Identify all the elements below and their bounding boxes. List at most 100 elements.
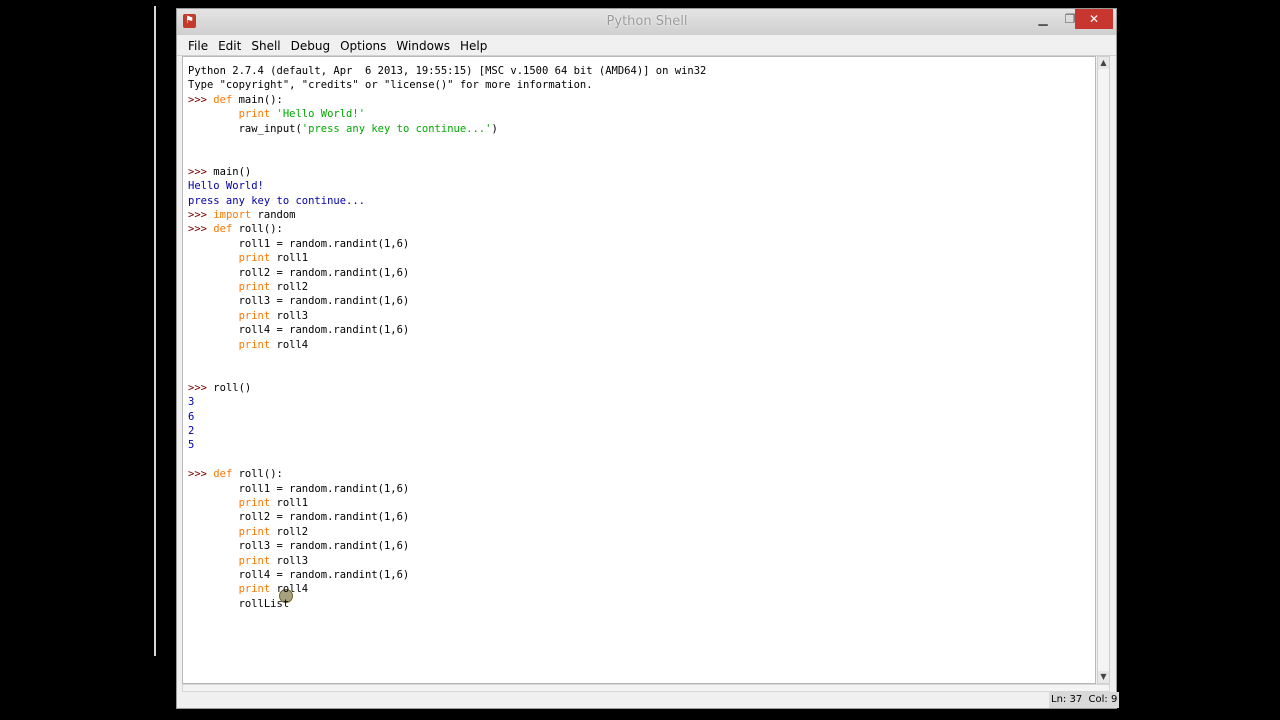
shell-token: roll3 = random.randint(1,6) [188,540,410,553]
shell-line: >>> import random [188,208,296,222]
shell-token: roll1 = random.randint(1,6) [188,237,410,250]
menu-debug[interactable]: Debug [286,36,335,56]
shell-token: print [188,497,271,509]
shell-token: roll3 [270,309,309,322]
shell-token: roll(): [232,468,283,481]
shell-token: 2 [188,425,195,437]
shell-line: roll4 = random.randint(1,6) [188,568,410,582]
shell-line: >>> def roll(): [188,222,283,236]
shell-token: roll4 = random.randint(1,6) [188,569,410,581]
shell-token: def [213,223,233,236]
shell-line: roll2 = random.randint(1,6) [188,266,410,280]
menu-file[interactable]: File [183,36,213,56]
shell-token: roll3 = random.randint(1,6) [188,295,410,308]
shell-line: >>> roll() [188,381,251,395]
shell-text-area[interactable]: Python 2.7.4 (default, Apr 6 2013, 19:55… [182,56,1096,684]
title-bar[interactable]: ⚑ Python Shell ▁ ❐ ✕ [177,9,1116,35]
shell-line: roll2 = random.randint(1,6) [188,510,410,524]
shell-line: print roll3 [188,309,309,323]
shell-line: roll3 = random.randint(1,6) [188,539,410,553]
shell-line: 6 [188,410,194,424]
shell-line: 3 [188,395,194,409]
shell-token: print [188,309,271,322]
menu-bar: File Edit Shell Debug Options Windows Help [177,35,1116,56]
shell-token: roll() [213,381,252,394]
shell-token: >>> [188,381,214,394]
shell-token: 'press any key to continue...' [301,122,492,135]
shell-token: roll1 [270,497,309,509]
shell-line: Python 2.7.4 (default, Apr 6 2013, 19:55… [188,64,706,78]
shell-token: >>> [188,165,214,178]
shell-token: print [188,108,277,121]
shell-token: roll4 [270,583,309,596]
background-divider [154,6,156,656]
shell-token: Type "copyright", "credits" or "license(… [188,79,593,92]
menu-options[interactable]: Options [335,36,391,56]
shell-token: import [213,209,252,221]
shell-token: ) [491,122,498,135]
shell-line: Hello World! [188,179,264,193]
status-bar: Ln: 37 Col: 9 [177,692,1120,708]
shell-line: rollList [188,597,290,611]
window-title: Python Shell [606,14,688,29]
shell-line: >>> main() [188,165,251,179]
shell-line: roll4 = random.randint(1,6) [188,323,410,337]
shell-token: rollList [188,597,290,610]
shell-line: print 'Hello World!' [188,107,365,121]
menu-shell[interactable]: Shell [246,36,285,56]
python-shell-window: ⚑ Python Shell ▁ ❐ ✕ File Edit Shell Debug O… [176,8,1120,709]
shell-token: >>> [188,93,214,106]
shell-token: 6 [188,410,195,423]
shell-line: 2 [188,424,194,438]
shell-token: >>> [188,223,214,236]
scroll-down-arrow-icon[interactable]: ▼ [1098,671,1109,683]
shell-token: random [251,209,296,221]
shell-line: print roll2 [188,280,309,294]
scroll-up-arrow-icon[interactable]: ▲ [1098,57,1109,69]
vertical-scrollbar[interactable]: ▲ ▼ [1097,56,1110,684]
shell-line: print roll1 [188,496,309,510]
menu-windows[interactable]: Windows [391,36,455,56]
shell-line: roll1 = random.randint(1,6) [188,237,410,251]
minimize-button[interactable]: ▁ [1029,9,1057,29]
menu-edit[interactable]: Edit [213,36,246,56]
shell-token: main() [213,165,252,178]
horizontal-scrollbar[interactable] [182,684,1110,692]
cursor-position-status: Ln: 37 Col: 9 [1049,692,1120,708]
shell-line: print roll3 [188,554,309,568]
shell-token: 3 [188,396,195,409]
shell-line: roll1 = random.randint(1,6) [188,482,410,496]
shell-token: roll2 [270,525,309,538]
shell-token: 5 [188,439,195,452]
shell-token: roll(): [232,223,283,236]
shell-line: press any key to continue... [188,194,365,208]
shell-token: print [188,281,271,293]
shell-token: print [188,338,271,351]
shell-token: raw_input( [188,122,302,135]
shell-line: print roll4 [188,582,309,596]
shell-line: print roll4 [188,338,309,352]
shell-token: press any key to continue... [188,194,366,207]
shell-token: >>> [188,209,214,221]
shell-line: >>> def main(): [188,93,283,107]
shell-token: roll1 = random.randint(1,6) [188,482,410,495]
shell-token: roll2 [270,281,309,293]
menu-help[interactable]: Help [455,36,492,56]
shell-line: print roll1 [188,251,309,265]
shell-token: def [213,93,233,106]
shell-token: roll4 = random.randint(1,6) [188,324,410,337]
shell-token: print [188,252,271,265]
python-shell-icon: ⚑ [183,14,196,28]
shell-token: print [188,525,271,538]
shell-line: raw_input('press any key to continue...'… [188,122,498,136]
close-button[interactable]: ✕ [1075,9,1113,29]
shell-token: roll2 = random.randint(1,6) [188,511,410,524]
shell-line: Type "copyright", "credits" or "license(… [188,78,593,92]
shell-token: roll1 [270,252,309,265]
shell-token: main(): [232,93,283,106]
shell-line: roll3 = random.randint(1,6) [188,294,410,308]
shell-token: Python 2.7.4 (default, Apr 6 2013, 19:55… [188,65,707,77]
shell-token: print [188,554,271,567]
shell-token: 'Hello World!' [276,108,366,121]
shell-line: >>> def roll(): [188,467,283,481]
